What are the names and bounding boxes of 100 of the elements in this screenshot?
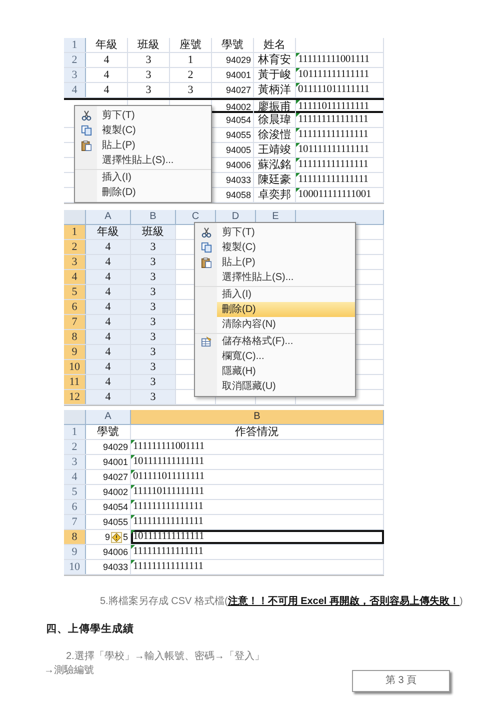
table-cell-text: 5 bbox=[122, 531, 128, 544]
menu-item[interactable]: 儲存格格式(F)... bbox=[217, 334, 355, 349]
table-cell: 3 bbox=[128, 83, 170, 97]
row-header[interactable]: 2 bbox=[64, 440, 86, 454]
row-header[interactable]: 5 bbox=[64, 285, 86, 299]
table-cell: 111111111111111 bbox=[296, 128, 384, 142]
table-cell: 年級 bbox=[86, 225, 131, 239]
row-header[interactable]: 6 bbox=[64, 300, 86, 314]
menu-item[interactable]: 貼上(P) bbox=[97, 138, 211, 153]
table-cell: 111111111111111 bbox=[296, 158, 384, 172]
table-cell: 100011111111001 bbox=[296, 188, 384, 202]
menu-item[interactable]: 插入(I) bbox=[217, 287, 355, 302]
menu-item[interactable]: 清除內容(N) bbox=[217, 317, 355, 332]
menu-item[interactable]: 欄寬(C)... bbox=[217, 349, 355, 364]
column-header[interactable]: A bbox=[86, 410, 131, 425]
row-header[interactable]: 3 bbox=[64, 255, 86, 269]
table-cell: 4 bbox=[86, 390, 131, 404]
row-header[interactable]: 2 bbox=[64, 240, 86, 254]
table-cell: 黃于峻 bbox=[254, 68, 296, 82]
row-header[interactable]: 3 bbox=[64, 68, 86, 82]
table-cell: 徐晨瑋 bbox=[254, 113, 296, 127]
row-header[interactable]: 10 bbox=[64, 560, 86, 574]
menu-item[interactable]: 取消隱藏(U) bbox=[217, 379, 355, 394]
row-header[interactable]: 4 bbox=[64, 83, 86, 97]
scissors-icon bbox=[80, 110, 92, 121]
row-header[interactable]: 7 bbox=[64, 315, 86, 329]
warning-icon[interactable] bbox=[110, 532, 122, 542]
table-cell: 011111011111111 bbox=[296, 83, 384, 97]
column-header[interactable]: A bbox=[86, 210, 131, 225]
table-cell: 3 bbox=[131, 360, 176, 374]
table-cell: 4 bbox=[86, 375, 131, 389]
table-cell: 111111111001111 bbox=[296, 53, 384, 67]
menu-item[interactable]: 剪下(T) bbox=[97, 108, 211, 123]
menu-item[interactable]: 選擇性貼上(S)... bbox=[97, 153, 211, 168]
menu-item[interactable]: 複製(C) bbox=[97, 123, 211, 138]
table-cell: 班級 bbox=[128, 38, 170, 52]
table-cell: 94055 bbox=[86, 515, 131, 529]
menu-item[interactable]: 複製(C) bbox=[217, 240, 355, 255]
menu-item[interactable]: 隱藏(H) bbox=[217, 364, 355, 379]
scissors-icon bbox=[200, 227, 212, 238]
table-cell: 94029 bbox=[212, 53, 254, 67]
menu-item[interactable]: 剪下(T) bbox=[217, 225, 355, 240]
menu-item[interactable]: 刪除(D) bbox=[217, 302, 355, 317]
table-cell: 4 bbox=[86, 285, 131, 299]
select-all-corner[interactable] bbox=[64, 210, 86, 225]
row-header[interactable]: 9 bbox=[64, 545, 86, 559]
table-cell: 王靖竣 bbox=[254, 143, 296, 157]
table-cell: 3 bbox=[131, 345, 176, 359]
table-cell: 3 bbox=[131, 270, 176, 284]
table-cell: 4 bbox=[86, 300, 131, 314]
row-header[interactable]: 9 bbox=[64, 345, 86, 359]
menu-item[interactable]: 選擇性貼上(S)... bbox=[217, 270, 355, 285]
table-cell: 101111111111111 bbox=[131, 530, 384, 544]
row-header[interactable]: 1 bbox=[64, 425, 86, 439]
row-header[interactable]: 4 bbox=[64, 470, 86, 484]
table-cell: 94002 bbox=[86, 485, 131, 499]
row-header[interactable]: 4 bbox=[64, 270, 86, 284]
table-cell: 94001 bbox=[212, 68, 254, 82]
column-header[interactable]: B bbox=[131, 210, 176, 225]
table-cell: 4 bbox=[86, 68, 128, 82]
select-all-corner[interactable] bbox=[64, 410, 86, 425]
table-cell: 4 bbox=[86, 345, 131, 359]
table-cell: 卓奕邦 bbox=[254, 188, 296, 202]
row-header[interactable]: 11 bbox=[64, 375, 86, 389]
menu-item[interactable]: 刪除(D) bbox=[97, 185, 211, 200]
instruction-text: 2.選擇「學校」→輸入帳號、密碼→「登入」 bbox=[66, 650, 266, 664]
table-cell: 蘇泓銘 bbox=[254, 158, 296, 172]
clipboard-icon bbox=[80, 140, 92, 151]
table-format-icon bbox=[200, 336, 212, 347]
row-header[interactable]: 2 bbox=[64, 53, 86, 67]
row-header[interactable]: 7 bbox=[64, 515, 86, 529]
table-cell: 111111111111111 bbox=[131, 545, 384, 559]
table-cell: 94001 bbox=[86, 455, 131, 469]
table-cell: 101111111111111 bbox=[296, 68, 384, 82]
table-cell: 111110111111111 bbox=[131, 485, 384, 499]
row-header[interactable]: 8 bbox=[64, 530, 86, 544]
copy-icon bbox=[80, 125, 92, 136]
table-cell: 4 bbox=[86, 315, 131, 329]
menu-item[interactable]: 貼上(P) bbox=[217, 255, 355, 270]
table-cell: 學號 bbox=[212, 38, 254, 52]
table-cell: 座號 bbox=[170, 38, 212, 52]
row-header[interactable]: 12 bbox=[64, 390, 86, 404]
table-cell: 班級 bbox=[131, 225, 176, 239]
row-header[interactable]: 10 bbox=[64, 360, 86, 374]
table-cell: 廖振甫 bbox=[254, 100, 296, 114]
table-cell: 3 bbox=[131, 285, 176, 299]
row-header[interactable]: 8 bbox=[64, 330, 86, 344]
row-header[interactable]: 3 bbox=[64, 455, 86, 469]
table-cell: 3 bbox=[131, 300, 176, 314]
row-header[interactable]: 5 bbox=[64, 485, 86, 499]
row-header[interactable]: 6 bbox=[64, 500, 86, 514]
table-cell: 94027 bbox=[86, 470, 131, 484]
row-header[interactable]: 1 bbox=[64, 38, 86, 52]
table-cell: 101111111111111 bbox=[131, 455, 384, 469]
column-header[interactable]: B bbox=[131, 410, 384, 425]
table-cell: 徐浚愷 bbox=[254, 128, 296, 142]
row-header[interactable]: 1 bbox=[64, 225, 86, 239]
table-cell: 94029 bbox=[86, 440, 131, 454]
table-cell: 94006 bbox=[86, 545, 131, 559]
menu-item[interactable]: 插入(I) bbox=[97, 170, 211, 185]
